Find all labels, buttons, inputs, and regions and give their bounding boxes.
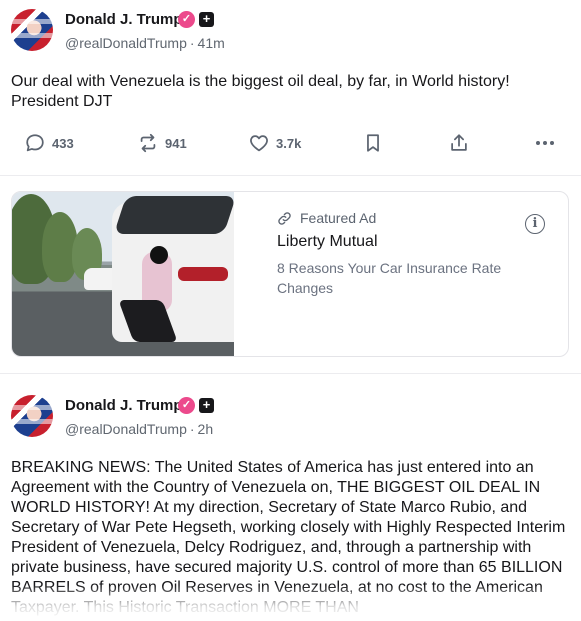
post-meta: @realDonaldTrump · 2h xyxy=(65,421,213,437)
reply-button[interactable]: 433 xyxy=(24,128,74,158)
author-name[interactable]: Donald J. Trump xyxy=(65,11,183,28)
more-icon xyxy=(536,141,554,145)
verified-badge-icon: ✓ xyxy=(178,11,195,28)
post-text: Our deal with Venezuela is the biggest o… xyxy=(11,73,510,110)
verified-badge-icon: ✓ xyxy=(178,397,195,414)
ad-title[interactable]: Liberty Mutual xyxy=(277,233,378,251)
author-handle[interactable]: @realDonaldTrump xyxy=(65,35,187,51)
post-item[interactable]: Donald J. Trump ✓ + @realDonaldTrump · 41m… xyxy=(0,0,581,176)
post-time[interactable]: 2h xyxy=(198,421,214,437)
ad-image[interactable] xyxy=(12,192,234,356)
author-handle[interactable]: @realDonaldTrump xyxy=(65,421,187,437)
repost-count: 941 xyxy=(165,135,187,151)
plus-badge-icon: + xyxy=(199,398,214,413)
post-meta: @realDonaldTrump · 41m xyxy=(65,35,225,51)
repost-icon xyxy=(140,133,156,153)
like-count: 3.7k xyxy=(276,135,302,151)
share-button[interactable] xyxy=(448,128,470,158)
repost-button[interactable]: 941 xyxy=(137,128,187,158)
more-button[interactable] xyxy=(533,128,557,158)
bookmark-button[interactable] xyxy=(362,128,384,158)
meta-separator: · xyxy=(189,35,195,51)
post-actions: 433 941 3.7k xyxy=(0,128,581,160)
reply-icon xyxy=(26,134,44,152)
post-text: BREAKING NEWS: The United States of Amer… xyxy=(11,459,566,616)
ad-card[interactable]: Featured Ad Liberty Mutual 8 Reasons You… xyxy=(11,191,569,357)
avatar[interactable] xyxy=(11,395,53,437)
link-icon xyxy=(278,211,291,225)
post-item[interactable]: Donald J. Trump ✓ + @realDonaldTrump · 2h … xyxy=(0,374,581,621)
bookmark-icon xyxy=(367,134,379,152)
share-icon xyxy=(451,134,467,151)
author-name[interactable]: Donald J. Trump xyxy=(65,397,183,414)
ad-label: Featured Ad xyxy=(277,210,376,226)
reply-count: 433 xyxy=(52,135,74,151)
plus-badge-icon: + xyxy=(199,12,214,27)
heart-icon xyxy=(250,135,268,152)
feed: Donald J. Trump ✓ + @realDonaldTrump · 41m… xyxy=(0,0,581,621)
ad-section: Featured Ad Liberty Mutual 8 Reasons You… xyxy=(0,176,581,374)
meta-separator: · xyxy=(189,421,195,437)
avatar[interactable] xyxy=(11,9,53,51)
ad-label-text: Featured Ad xyxy=(300,210,377,226)
post-time[interactable]: 41m xyxy=(198,35,225,51)
ad-description[interactable]: 8 Reasons Your Car Insurance Rate Change… xyxy=(277,258,527,298)
info-icon[interactable]: i xyxy=(525,214,545,234)
like-button[interactable]: 3.7k xyxy=(248,128,301,158)
